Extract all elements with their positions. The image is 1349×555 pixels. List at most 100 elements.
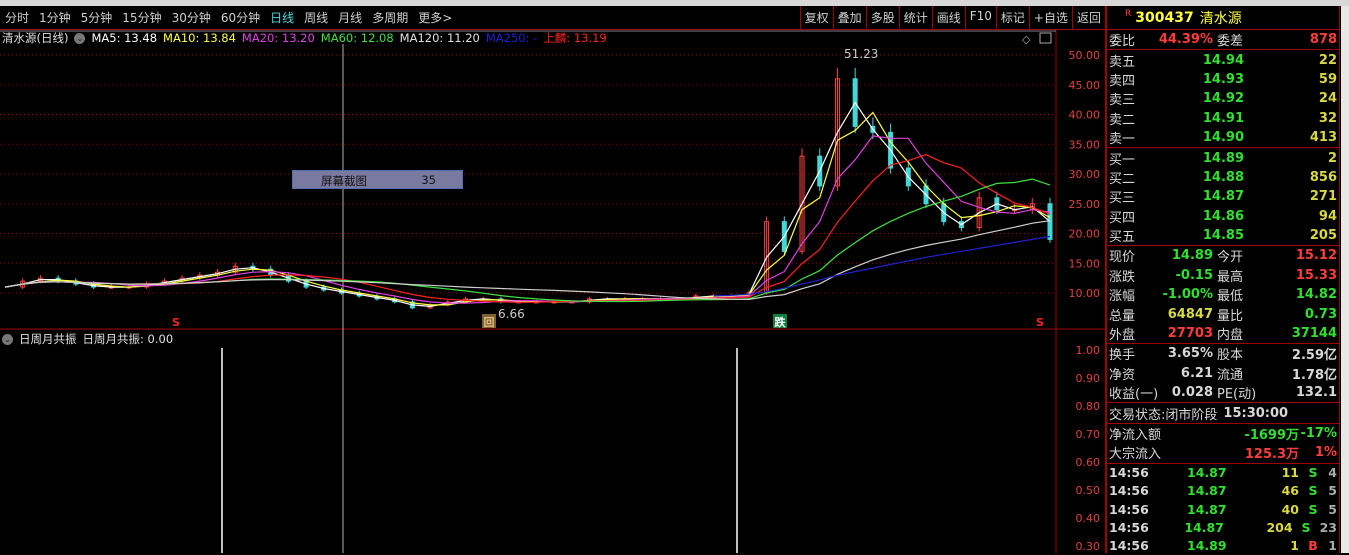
flow-pct: 1% <box>1314 445 1337 461</box>
stat-value: 0.73 <box>1304 306 1337 322</box>
period-tab[interactable]: 5分钟 <box>76 9 118 26</box>
tick-row: 14:56 14.87 204 S 23 <box>1107 518 1339 536</box>
ma20-line <box>4 135 1051 304</box>
level-volume: 22 <box>1318 52 1337 68</box>
level-label: 卖四 <box>1109 73 1136 89</box>
tool-button[interactable]: 叠加 <box>832 6 866 29</box>
weibi-row: 委比 44.39% 委差 878 <box>1107 30 1339 49</box>
tick-list[interactable]: 14:56 14.87 11 S 4 14:56 14.87 46 S 5 14:56 14.87 40… <box>1107 464 1339 555</box>
stat-value: 14.82 <box>1295 287 1337 303</box>
ma120-line <box>4 220 1051 301</box>
stat-label: 总量 <box>1109 308 1136 324</box>
signal-marker[interactable]: 跌 <box>775 315 787 329</box>
level-volume: 2 <box>1327 150 1337 166</box>
level-label: 买四 <box>1109 210 1136 226</box>
level-price: 14.90 <box>1202 130 1244 146</box>
period-tab[interactable]: 15分钟 <box>117 9 166 26</box>
level-volume: 59 <box>1318 71 1337 87</box>
signal-marker[interactable]: S <box>1036 316 1044 329</box>
stock-header: R 300437 清水源 <box>1107 6 1339 30</box>
period-tab[interactable]: 多周期 <box>367 9 413 26</box>
level-label: 买二 <box>1109 171 1136 187</box>
signal-marker[interactable]: 回 <box>484 315 495 329</box>
signal-marker[interactable]: S <box>172 316 180 329</box>
y-tick-label: 30.00 <box>1069 168 1101 181</box>
stats-row: 外盘 27703 内盘 37144 <box>1107 324 1339 343</box>
period-tab[interactable]: 60分钟 <box>216 9 265 26</box>
fund-flow: 净流入额 -1699万 -17% 大宗流入 125.3万 1% <box>1107 424 1339 464</box>
level-volume: 24 <box>1318 91 1337 107</box>
stat-value: 14.89 <box>1171 248 1213 264</box>
popup-label: 屏幕截图 <box>321 174 367 188</box>
low-price-label: 6.66 <box>498 307 525 321</box>
period-tab[interactable]: 更多> <box>413 9 457 26</box>
stat-label: 净资 <box>1109 367 1136 383</box>
tool-button[interactable]: 标记 <box>995 6 1029 29</box>
stat-value: 6.21 <box>1180 365 1213 381</box>
buy-level: 买二 14.88 856 <box>1107 168 1339 187</box>
y-tick-label: 25.00 <box>1069 198 1101 211</box>
stat-value: 37144 <box>1291 326 1337 342</box>
level-volume: 856 <box>1309 169 1337 185</box>
sell-level: 卖四 14.93 59 <box>1107 70 1339 89</box>
level-price: 14.88 <box>1202 169 1244 185</box>
stat-label: 涨幅 <box>1109 289 1136 305</box>
stat-value: -0.15 <box>1175 267 1213 283</box>
level-label: 买三 <box>1109 191 1136 207</box>
stat-label: 今开 <box>1217 250 1244 266</box>
tool-button[interactable]: 统计 <box>898 6 932 29</box>
stats-row: 涨跌 -0.15 最高 15.33 <box>1107 266 1339 285</box>
period-tab[interactable]: 1分钟 <box>34 9 76 26</box>
indicator-value: 日周月共振: 0.00 <box>82 332 174 346</box>
period-tab[interactable]: 分时 <box>0 9 34 26</box>
y-tick-label: 20.00 <box>1069 228 1101 241</box>
level-price: 14.93 <box>1202 71 1244 87</box>
period-tab[interactable]: 30分钟 <box>167 9 216 26</box>
fund-row: 换手 3.65% 股本 2.59亿 <box>1107 344 1339 363</box>
stat-value: 3.65% <box>1167 346 1213 362</box>
tick-field: 1 <box>1290 537 1299 553</box>
stat-value: 64847 <box>1167 306 1213 322</box>
collapse-icon[interactable]: ⌄ <box>2 333 13 345</box>
lower-y-tick: 0.90 <box>1076 372 1101 385</box>
level-price: 14.94 <box>1202 52 1244 68</box>
stat-label: 现价 <box>1109 250 1136 266</box>
period-tab[interactable]: 日线 <box>265 9 299 26</box>
indicator-title[interactable]: 日周月共振 <box>19 331 77 347</box>
tick-row: 14:56 14.89 1 B 1 <box>1107 536 1339 554</box>
level-price: 14.91 <box>1202 110 1244 126</box>
period-tab[interactable]: 月线 <box>333 9 367 26</box>
tool-button[interactable]: 多股 <box>865 6 899 29</box>
tick-field: 14.87 <box>1187 465 1227 481</box>
lower-y-tick: 0.30 <box>1076 540 1101 553</box>
buy-level: 买三 14.87 271 <box>1107 187 1339 206</box>
y-tick-label: 10.00 <box>1069 287 1101 300</box>
period-tab[interactable]: 周线 <box>299 9 333 26</box>
kline-chart[interactable]: 50.00 45.00 40.00 35.00 30.00 25.00 20.00 15.00… <box>0 30 1105 553</box>
status-time: 15:30:00 <box>1223 405 1289 421</box>
y-tick-label: 45.00 <box>1069 79 1101 92</box>
stat-value: 0.028 <box>1171 385 1213 401</box>
buy-level: 买四 14.86 94 <box>1107 207 1339 226</box>
tool-button[interactable]: F10 <box>964 6 996 29</box>
weibi-label: 委比 <box>1109 34 1136 50</box>
tick-field: 14.87 <box>1184 519 1224 535</box>
tool-button[interactable]: +自选 <box>1028 6 1072 29</box>
level-volume: 413 <box>1309 130 1337 146</box>
level-label: 买一 <box>1109 152 1136 168</box>
panel-toggle-icon[interactable] <box>1039 32 1052 44</box>
tool-button[interactable]: 复权 <box>799 6 833 29</box>
side-toolbar[interactable] <box>1341 6 1349 553</box>
fund-row: 收益(一) 0.028 PE(动) 132.1 <box>1107 383 1339 402</box>
screenshot-popup[interactable]: 屏幕截图 35 <box>292 170 463 189</box>
tick-field: 5 <box>1328 501 1337 517</box>
badge: R <box>1125 9 1132 19</box>
level-volume: 94 <box>1318 208 1337 224</box>
tool-button[interactable]: 返回 <box>1071 6 1105 29</box>
y-tick-label: 40.00 <box>1069 109 1101 122</box>
flow-row: 大宗流入 125.3万 1% <box>1107 443 1339 462</box>
diamond-icon[interactable]: ◇ <box>1022 33 1031 46</box>
flow-label: 大宗流入 <box>1109 447 1162 463</box>
stat-label: PE(动) <box>1217 387 1257 403</box>
tool-button[interactable]: 画线 <box>931 6 965 29</box>
